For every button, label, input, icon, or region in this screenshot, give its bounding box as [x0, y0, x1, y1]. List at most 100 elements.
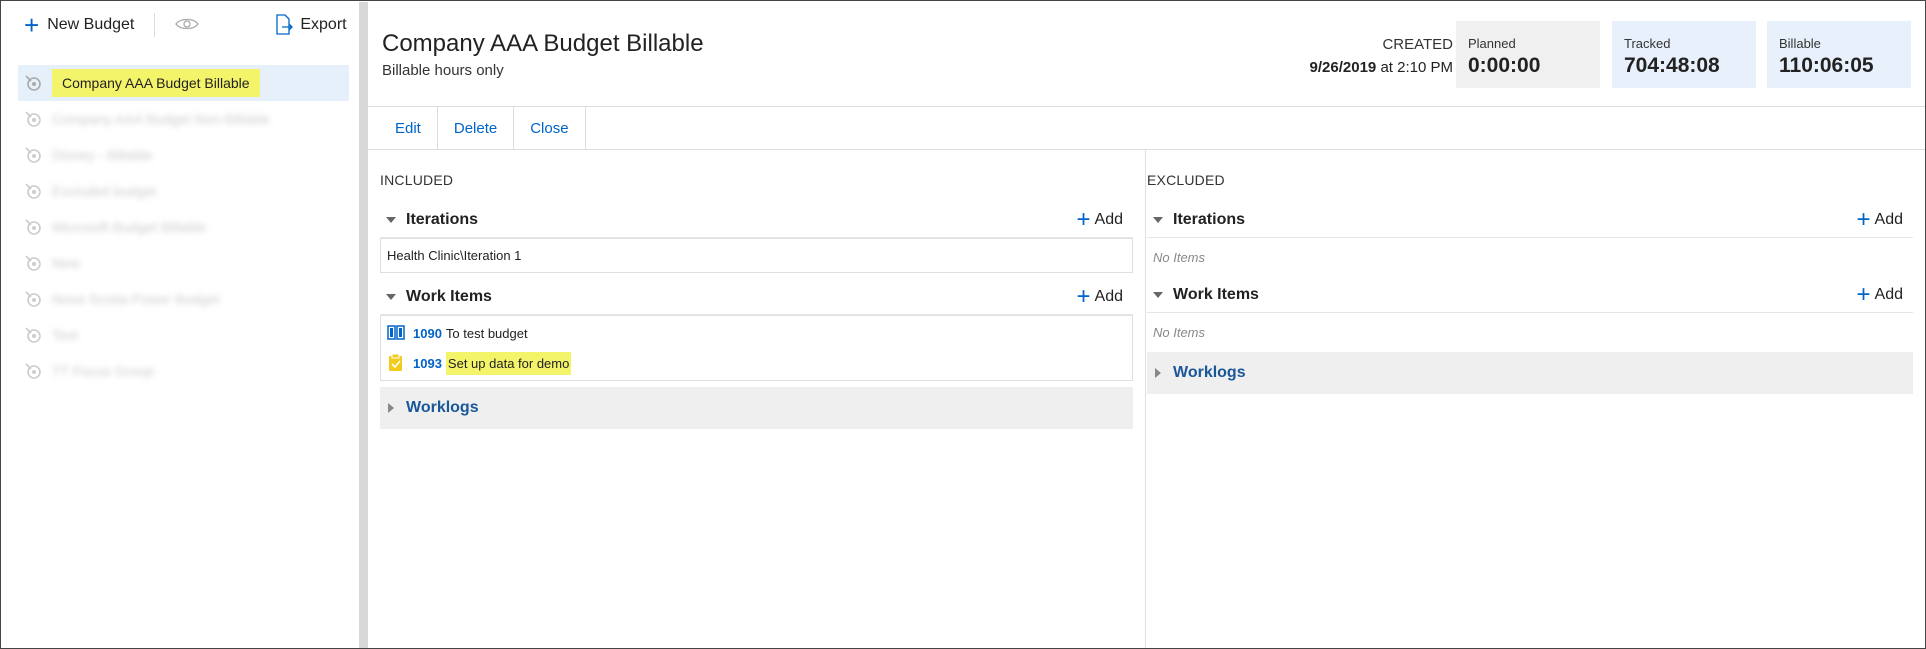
excluded-title: EXCLUDED: [1147, 172, 1225, 188]
sidebar: + New Budget Export Company AAA Budget B…: [2, 2, 359, 648]
collapse-caret-icon[interactable]: [386, 293, 396, 300]
new-budget-label: New Budget: [47, 16, 135, 33]
sidebar-toolbar: + New Budget Export: [2, 2, 359, 48]
add-work-item-button[interactable]: + Add: [1856, 280, 1903, 308]
included-work-items-header: Work Items + Add: [380, 279, 1133, 315]
add-label: Add: [1874, 210, 1903, 228]
stat-billable: Billable 110:06:05: [1767, 21, 1911, 88]
budget-icon: [25, 363, 41, 379]
budget-name: TT Focus Group: [52, 363, 154, 379]
budget-item[interactable]: Excluded budget: [18, 173, 349, 209]
task-icon: [389, 354, 402, 371]
budget-name: Excluded budget: [52, 183, 157, 199]
excluded-pane: EXCLUDED Iterations + Add No Items Work …: [1147, 150, 1913, 648]
add-label: Add: [1874, 285, 1903, 303]
budget-panes: INCLUDED Iterations + Add Health Clinic\…: [368, 150, 1925, 648]
budget-name: New: [52, 255, 81, 271]
budget-item-selected[interactable]: Company AAA Budget Billable: [18, 65, 349, 101]
eye-icon[interactable]: [175, 15, 200, 36]
budget-icon: [25, 147, 41, 163]
work-item-title: To test budget: [445, 325, 528, 341]
edit-button[interactable]: Edit: [368, 107, 438, 149]
created-value: 9/26/2019 at 2:10 PM: [1310, 59, 1453, 76]
collapse-caret-icon[interactable]: [1153, 291, 1163, 298]
budget-icon: [25, 219, 41, 235]
list-item[interactable]: Health Clinic\Iteration 1: [381, 239, 1132, 272]
budget-item[interactable]: Test: [18, 317, 349, 353]
section-title: Worklogs: [1173, 364, 1246, 381]
budget-name: Microsoft Budget Billable: [52, 219, 207, 235]
toolbar-divider: [154, 13, 156, 37]
budget-item[interactable]: Nova Scotia Power Budget: [18, 281, 349, 317]
budget-item[interactable]: New: [18, 245, 349, 281]
plus-icon: +: [24, 10, 40, 40]
action-bar: Edit Delete Close: [368, 106, 1925, 150]
included-work-items-list: 1090 To test budget 1093 Set up data for…: [380, 315, 1133, 381]
excluded-iterations-header: Iterations + Add: [1147, 202, 1913, 238]
empty-state: No Items: [1153, 325, 1206, 340]
budget-item[interactable]: Microsoft Budget Billable: [18, 209, 349, 245]
export-icon: [274, 14, 294, 36]
stat-planned: Planned 0:00:00: [1456, 21, 1600, 88]
export-button[interactable]: Export: [274, 14, 347, 36]
included-pane: INCLUDED Iterations + Add Health Clinic\…: [380, 150, 1133, 648]
work-item-title: Set up data for demo: [445, 351, 572, 375]
new-budget-button[interactable]: + New Budget: [24, 10, 135, 40]
collapse-caret-icon[interactable]: [386, 216, 396, 223]
budget-item[interactable]: TT Focus Group: [18, 353, 349, 389]
budget-list: Company AAA Budget Billable Company AAA …: [2, 65, 359, 389]
created-label: CREATED: [1382, 36, 1453, 53]
plus-icon: +: [1076, 282, 1091, 310]
splitter-handle[interactable]: [359, 2, 368, 648]
list-item[interactable]: 1090 To test budget: [381, 318, 1132, 348]
included-worklogs-header[interactable]: Worklogs: [380, 387, 1133, 429]
close-button[interactable]: Close: [514, 107, 586, 149]
budget-name: Company AAA Budget Non-Billable: [52, 111, 270, 127]
included-iterations-header: Iterations + Add: [380, 202, 1133, 238]
empty-state: No Items: [1153, 250, 1206, 265]
budget-icon: [25, 183, 41, 199]
stat-label: Tracked: [1624, 36, 1671, 51]
book-icon: [387, 325, 405, 340]
budget-icon: [25, 255, 41, 271]
created-time: 2:10 PM: [1397, 59, 1453, 76]
created-at: at: [1380, 59, 1393, 76]
stat-label: Billable: [1779, 36, 1821, 51]
expand-caret-icon[interactable]: [388, 403, 394, 413]
add-work-item-button[interactable]: + Add: [1076, 282, 1123, 310]
add-iteration-button[interactable]: + Add: [1856, 205, 1903, 233]
page-subtitle: Billable hours only: [382, 62, 504, 79]
stat-value: 0:00:00: [1468, 54, 1541, 77]
delete-button[interactable]: Delete: [438, 107, 515, 149]
add-label: Add: [1094, 287, 1123, 305]
stat-label: Planned: [1468, 36, 1516, 51]
budget-item[interactable]: Company AAA Budget Non-Billable: [18, 101, 349, 137]
app-window: + New Budget Export Company AAA Budget B…: [0, 0, 1926, 649]
budget-icon: [25, 291, 41, 307]
budget-icon: [25, 75, 41, 91]
work-item-id[interactable]: 1093: [413, 356, 442, 371]
collapse-caret-icon[interactable]: [1153, 216, 1163, 223]
plus-icon: +: [1856, 205, 1871, 233]
expand-caret-icon[interactable]: [1155, 368, 1161, 378]
main-panel: Company AAA Budget Billable Billable hou…: [368, 2, 1925, 648]
included-title: INCLUDED: [380, 172, 454, 188]
stat-value: 110:06:05: [1779, 54, 1874, 77]
created-info: CREATED 9/26/2019 at 2:10 PM: [1310, 36, 1453, 76]
list-item[interactable]: 1093 Set up data for demo: [381, 348, 1132, 378]
section-title: Iterations: [1173, 210, 1246, 228]
budget-name: Test: [52, 327, 78, 343]
excluded-work-items-header: Work Items + Add: [1147, 277, 1913, 313]
add-iteration-button[interactable]: + Add: [1077, 207, 1123, 231]
budget-icon: [25, 327, 41, 343]
plus-icon: +: [1856, 280, 1871, 308]
work-item-id[interactable]: 1090: [413, 326, 442, 341]
budget-name: Disney - Billable: [52, 147, 153, 163]
excluded-worklogs-header[interactable]: Worklogs: [1147, 352, 1913, 394]
budget-name: Company AAA Budget Billable: [52, 69, 260, 97]
budget-item[interactable]: Disney - Billable: [18, 137, 349, 173]
budget-header: Company AAA Budget Billable Billable hou…: [368, 2, 1925, 106]
section-title: Work Items: [406, 287, 492, 305]
stat-tracked: Tracked 704:48:08: [1612, 21, 1756, 88]
created-date: 9/26/2019: [1309, 59, 1377, 76]
